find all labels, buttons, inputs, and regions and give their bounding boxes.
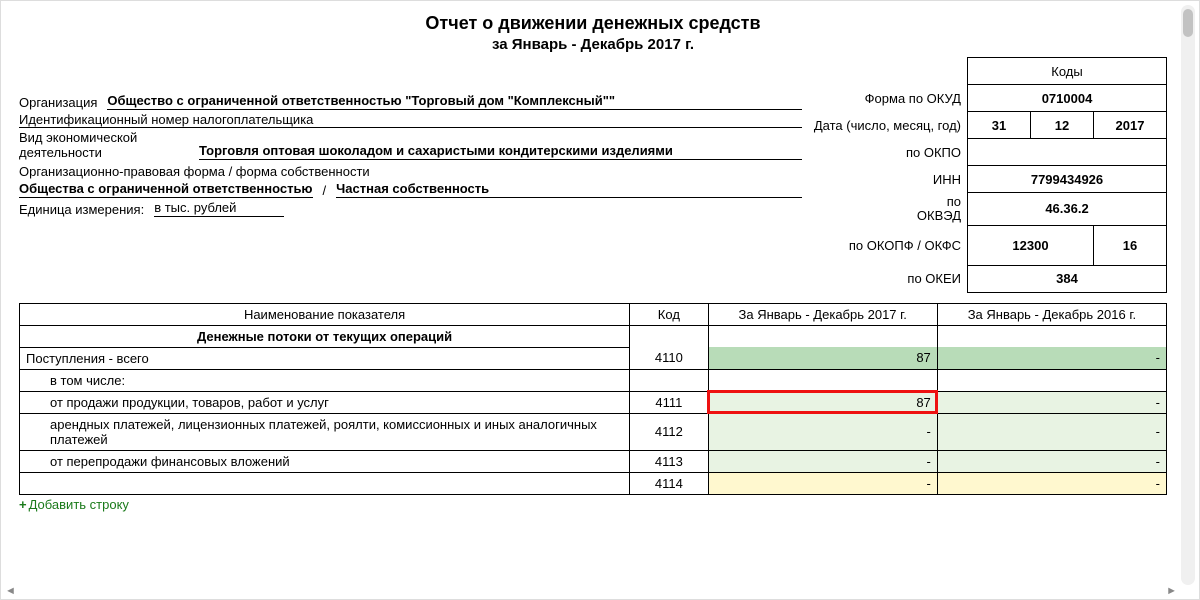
- unit-label: Единица измерения:: [19, 202, 144, 217]
- row-val-p2[interactable]: -: [937, 391, 1166, 413]
- vertical-scrollbar[interactable]: [1181, 5, 1195, 585]
- codes-header: Коды: [968, 58, 1167, 85]
- row-code: 4110: [630, 347, 709, 369]
- inn-field: Идентификационный номер налогоплательщик…: [19, 112, 802, 128]
- add-row-button[interactable]: +Добавить строку: [19, 497, 1167, 512]
- table-row: от продажи продукции, товаров, работ и у…: [20, 391, 1167, 413]
- table-row: арендных платежей, лицензионных платежей…: [20, 413, 1167, 450]
- legal-form-label-row: Организационно-правовая форма / форма со…: [19, 164, 802, 179]
- row-name: [20, 472, 630, 494]
- add-row-label: Добавить строку: [29, 497, 129, 512]
- section-header: Денежные потоки от текущих операций: [20, 325, 630, 347]
- row-name: от перепродажи финансовых вложений: [20, 450, 630, 472]
- header-fields: Организация Общество с ограниченной отве…: [19, 57, 802, 217]
- row-val-p1[interactable]: -: [708, 413, 937, 450]
- horizontal-scrollbar[interactable]: ◄ ►: [5, 587, 1177, 597]
- row-val-p2[interactable]: [937, 369, 1166, 391]
- legal-form-sep: /: [323, 183, 327, 198]
- table-row: в том числе:: [20, 369, 1167, 391]
- inn-code-label: ИНН: [808, 166, 968, 193]
- scroll-right-icon[interactable]: ►: [1166, 585, 1177, 597]
- row-val-p1[interactable]: 87: [708, 347, 937, 369]
- okei-value: 384: [968, 265, 1167, 292]
- scroll-thumb[interactable]: [1183, 9, 1193, 37]
- org-value: Общество с ограниченной ответственностью…: [107, 93, 801, 110]
- date-label: Дата (число, месяц, год): [808, 112, 968, 139]
- okved-value: 46.36.2: [968, 193, 1167, 226]
- row-name: от продажи продукции, товаров, работ и у…: [20, 391, 630, 413]
- unit-field: Единица измерения: в тыс. рублей: [19, 200, 802, 217]
- inn-code-value: 7799434926: [968, 166, 1167, 193]
- row-val-p2[interactable]: -: [937, 347, 1166, 369]
- okpo-value: [968, 139, 1167, 166]
- scroll-left-icon[interactable]: ◄: [5, 585, 16, 597]
- row-code: 4112: [630, 413, 709, 450]
- org-field: Организация Общество с ограниченной отве…: [19, 93, 802, 110]
- okopf-value: 12300: [968, 225, 1094, 265]
- th-name: Наименование показателя: [20, 303, 630, 325]
- plus-icon: +: [19, 497, 27, 512]
- inn-label: Идентификационный номер налогоплательщик…: [19, 112, 802, 128]
- okpo-label: по ОКПО: [808, 139, 968, 166]
- org-label: Организация: [19, 95, 97, 110]
- row-code: [630, 369, 709, 391]
- row-name: Поступления - всего: [20, 347, 630, 369]
- legal-form-value1: Общества с ограниченной ответственностью: [19, 181, 313, 198]
- row-name: арендных платежей, лицензионных платежей…: [20, 413, 630, 450]
- table-row: Поступления - всего411087-: [20, 347, 1167, 369]
- table-row: от перепродажи финансовых вложений4113--: [20, 450, 1167, 472]
- row-val-p1[interactable]: [708, 369, 937, 391]
- activity-label: Вид экономической деятельности: [19, 130, 189, 160]
- th-code: Код: [630, 303, 709, 325]
- report-scroll-area[interactable]: Отчет о движении денежных средств за Янв…: [5, 5, 1177, 585]
- row-val-p1[interactable]: -: [708, 472, 937, 494]
- activity-field: Вид экономической деятельности Торговля …: [19, 130, 802, 160]
- report-period: за Январь - Декабрь 2017 г.: [19, 36, 1167, 53]
- legal-form-label: Организационно-правовая форма / форма со…: [19, 164, 370, 179]
- okei-label: по ОКЕИ: [808, 265, 968, 292]
- activity-value: Торговля оптовая шоколадом и сахаристыми…: [199, 143, 802, 160]
- date-year: 2017: [1094, 112, 1167, 139]
- row-val-p1[interactable]: 87: [708, 391, 937, 413]
- th-period2: За Январь - Декабрь 2016 г.: [937, 303, 1166, 325]
- date-day: 31: [968, 112, 1031, 139]
- date-month: 12: [1031, 112, 1094, 139]
- row-val-p2[interactable]: -: [937, 413, 1166, 450]
- okud-value: 0710004: [968, 85, 1167, 112]
- th-period1: За Январь - Декабрь 2017 г.: [708, 303, 937, 325]
- table-row: 4114--: [20, 472, 1167, 494]
- row-name: в том числе:: [20, 369, 630, 391]
- report-title: Отчет о движении денежных средств: [19, 13, 1167, 34]
- okud-label: Форма по ОКУД: [808, 85, 968, 112]
- unit-value: в тыс. рублей: [154, 200, 284, 217]
- legal-form-field: Общества с ограниченной ответственностью…: [19, 181, 802, 198]
- row-code: 4113: [630, 450, 709, 472]
- data-table: Наименование показателя Код За Январь - …: [19, 303, 1167, 495]
- okopf-label: по ОКОПФ / ОКФС: [808, 225, 968, 265]
- okfs-value: 16: [1094, 225, 1167, 265]
- codes-table: Коды Форма по ОКУД 0710004 Дата (число, …: [808, 57, 1167, 293]
- row-val-p2[interactable]: -: [937, 472, 1166, 494]
- row-code: 4111: [630, 391, 709, 413]
- row-code: 4114: [630, 472, 709, 494]
- row-val-p1[interactable]: -: [708, 450, 937, 472]
- row-val-p2[interactable]: -: [937, 450, 1166, 472]
- legal-form-value2: Частная собственность: [336, 181, 802, 198]
